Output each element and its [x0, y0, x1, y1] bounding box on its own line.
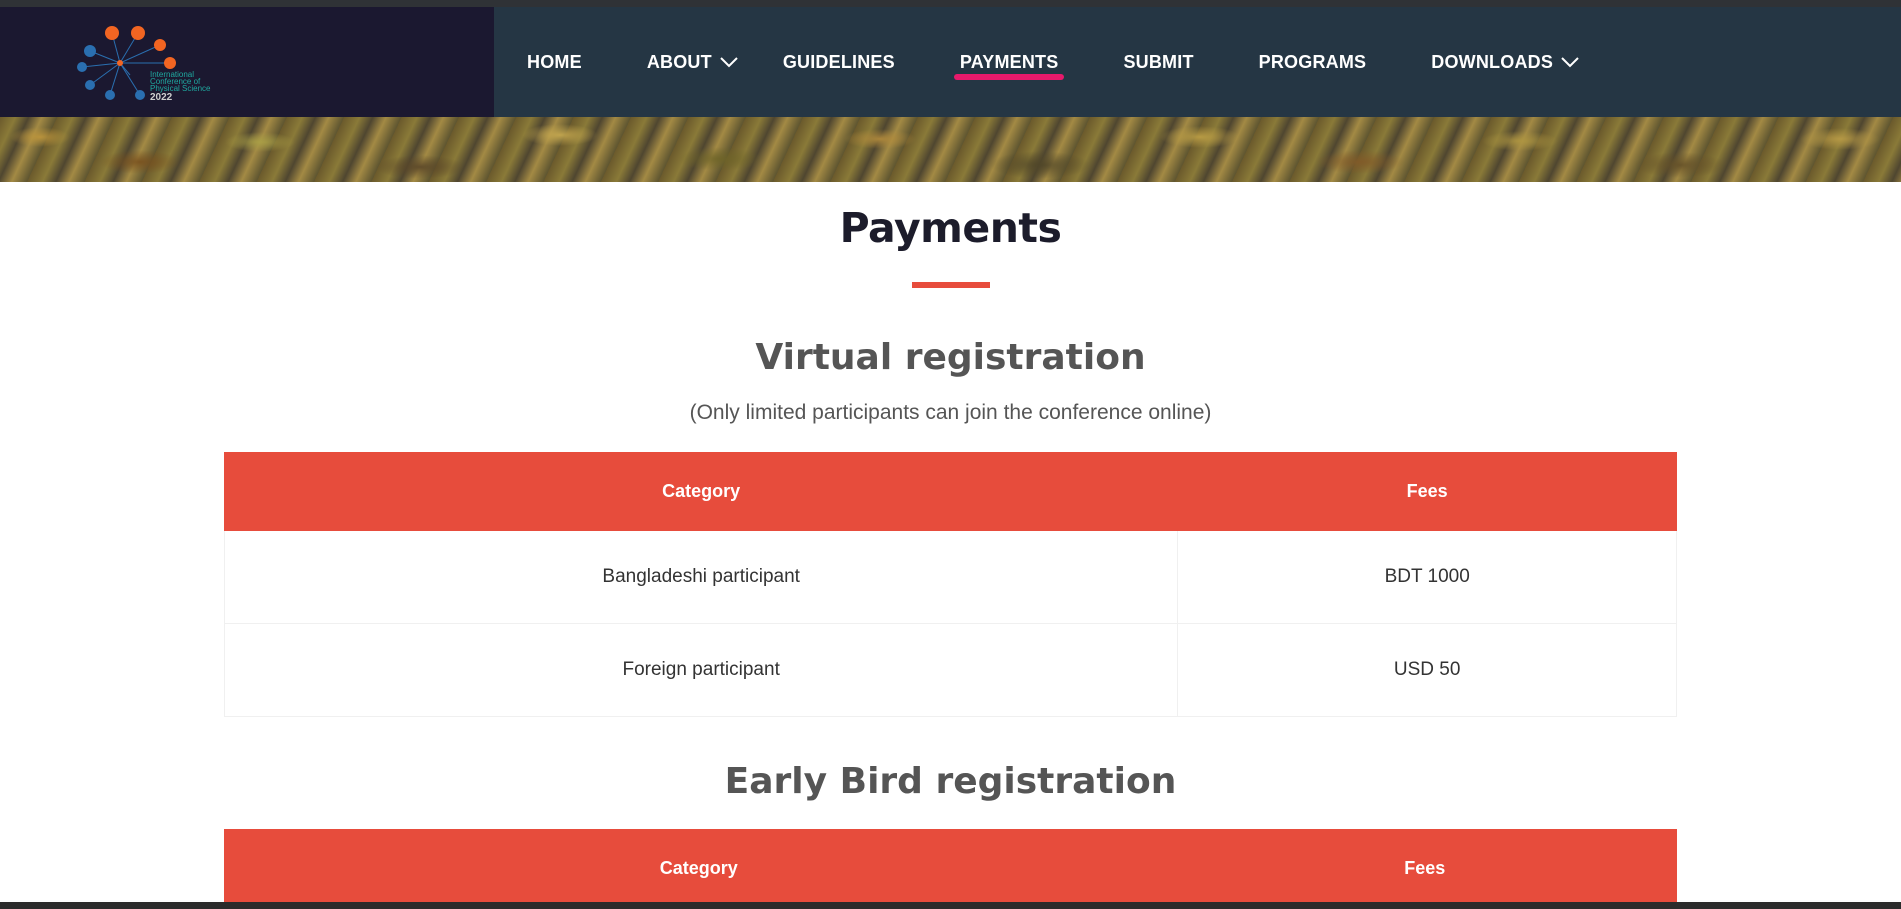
nav-payments-label: PAYMENTS — [959, 51, 1059, 72]
nav-guidelines-label: GUIDELINES — [782, 51, 895, 72]
chevron-down-icon — [1561, 56, 1579, 67]
conference-logo: International Conference of Physical Sci… — [77, 26, 211, 103]
table-header-row: Category Fees — [223, 452, 1677, 531]
section-title-early-bird: Early Bird registration — [724, 761, 1177, 802]
nav-home[interactable]: HOME — [527, 42, 582, 82]
column-header-fees: Fees — [1177, 452, 1677, 531]
column-header-fees: Fees — [1172, 829, 1677, 908]
nav-payments[interactable]: PAYMENTS — [953, 42, 1065, 82]
section-title-virtual: Virtual registration — [755, 337, 1146, 378]
site-header: International Conference of Physical Sci… — [0, 7, 1901, 117]
column-header-category: Category — [223, 452, 1179, 531]
nav-submit-label: SUBMIT — [1123, 51, 1194, 72]
early-bird-fees-table: Category Fees — [223, 829, 1677, 908]
section-subtitle-virtual: (Only limited participants can join the … — [689, 401, 1212, 424]
nav-programs-label: PROGRAMS — [1258, 51, 1367, 72]
logo-year: 2022 — [150, 92, 173, 103]
cell-category: Bangladeshi participant — [223, 530, 1179, 624]
cell-fee: BDT 1000 — [1177, 530, 1677, 624]
cell-category: Foreign participant — [223, 623, 1179, 717]
table-header-row: Category Fees — [223, 829, 1677, 908]
leaves-banner-image — [0, 117, 1901, 182]
nav-about[interactable]: ABOUT — [647, 42, 738, 82]
column-header-category: Category — [223, 829, 1174, 908]
nav-about-label: ABOUT — [646, 51, 712, 72]
table-row: Bangladeshi participant BDT 1000 — [223, 530, 1677, 624]
logo-area[interactable]: International Conference of Physical Sci… — [0, 7, 494, 117]
taskbar-edge — [0, 902, 1901, 909]
nav-home-label: HOME — [527, 51, 582, 72]
virtual-fees-table: Category Fees Bangladeshi participant BD… — [223, 452, 1677, 717]
page-title-wrap: Payments — [0, 204, 1901, 252]
nav-downloads[interactable]: DOWNLOADS — [1431, 42, 1579, 82]
nav-programs[interactable]: PROGRAMS — [1259, 42, 1367, 82]
page-title: Payments — [839, 204, 1062, 252]
title-divider — [912, 282, 990, 288]
main-nav: HOME ABOUT GUIDELINES PAYMENTS SUBMIT PR… — [527, 7, 1644, 117]
cell-fee: USD 50 — [1177, 623, 1677, 717]
nav-guidelines[interactable]: GUIDELINES — [783, 42, 895, 82]
chevron-down-icon — [720, 56, 738, 67]
browser-top-edge — [0, 0, 1901, 7]
nav-downloads-label: DOWNLOADS — [1431, 51, 1554, 72]
table-row: Foreign participant USD 50 — [223, 623, 1677, 717]
nav-submit[interactable]: SUBMIT — [1123, 42, 1193, 82]
